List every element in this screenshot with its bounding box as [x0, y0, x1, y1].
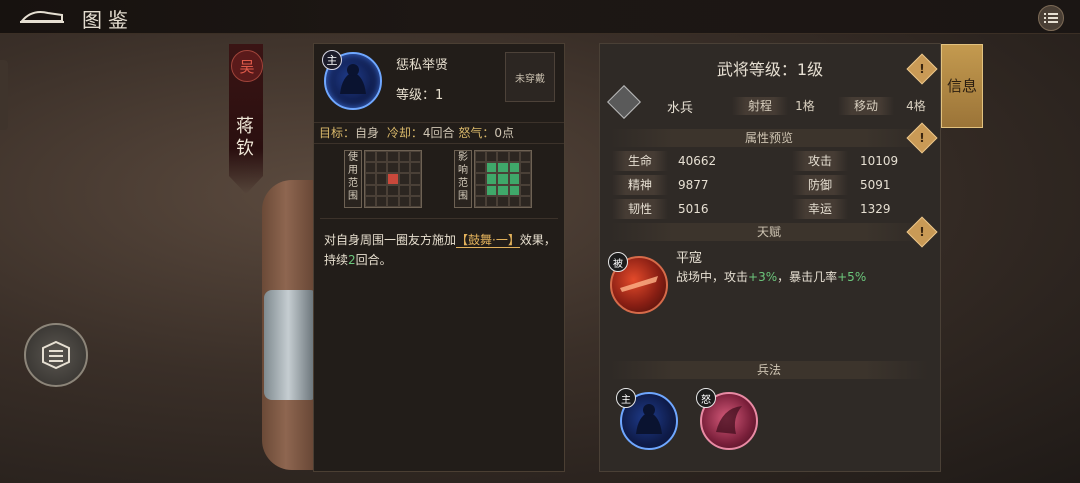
talent-desc-1: 战场中，攻击	[676, 270, 749, 284]
list-icon	[1044, 13, 1058, 23]
talent-crit-bonus: +5%	[837, 270, 867, 284]
faction-badge: 吴	[231, 50, 263, 82]
talent-desc-2: ，暴击几率	[777, 270, 838, 284]
talent-info-icon[interactable]: !	[906, 216, 938, 248]
range-value: 1格	[795, 99, 815, 113]
talent-section-title: 天赋	[610, 223, 928, 241]
back-button[interactable]	[18, 7, 66, 27]
stat-value: 5016	[678, 202, 709, 216]
stat-label: 攻击	[792, 151, 848, 171]
stat-label: 防御	[792, 175, 848, 195]
general-info-panel: 武将等级：1级 ! 水兵 射程 1格 移动 4格 属性预览 ! 生命 40662…	[599, 43, 941, 472]
skill-meta-row: 目标：自身 冷却：4回合 怒气：0点	[314, 122, 564, 144]
stat-row: 韧性 5016 幸运 1329	[610, 199, 928, 219]
effect-range-box: 影响范围	[454, 150, 532, 208]
effect-range-label: 影响范围	[454, 150, 472, 208]
desc-turns: 2	[348, 253, 356, 267]
page-title: 图鉴	[82, 8, 134, 32]
stat-row: 生命 40662 攻击 10109	[610, 151, 928, 171]
skill-header: 主 惩私举贤 等级：1 未穿戴	[314, 44, 564, 114]
move-label: 移动	[838, 97, 894, 115]
desc-text-1: 对自身周围一圈友方施加	[324, 233, 457, 247]
hero-name: 蒋钦	[236, 116, 254, 159]
codex-icon	[42, 340, 70, 370]
active-skill-tag: 主	[322, 50, 342, 70]
hero-armguard	[264, 290, 318, 400]
skill-level-label: 等级：	[396, 88, 436, 103]
skill-level: 等级：1	[396, 84, 443, 103]
use-range-grid	[364, 150, 422, 208]
passive-tag: 被	[608, 252, 628, 272]
attr-info-icon[interactable]: !	[906, 122, 938, 154]
stat-value: 10109	[860, 154, 899, 168]
stat-label: 韧性	[612, 199, 668, 219]
stat-value: 1329	[860, 202, 891, 216]
side-drawer-handle[interactable]	[0, 60, 8, 130]
active-tactic-tag: 主	[616, 388, 636, 408]
target-label: 目标：	[319, 126, 356, 140]
use-range-box: 使用范围	[344, 150, 422, 208]
tactics-section-title: 兵法	[610, 361, 928, 379]
stat-value: 40662	[678, 154, 717, 168]
use-range-label: 使用范围	[344, 150, 362, 208]
buff-link[interactable]: 【鼓舞·一】	[456, 233, 520, 248]
top-bar: 图鉴	[0, 0, 1080, 34]
navy-unit-icon	[607, 85, 641, 119]
codex-button[interactable]	[24, 323, 88, 387]
skill-detail-panel: 主 惩私举贤 等级：1 未穿戴 目标：自身 冷却：4回合 怒气：0点 使用范围 …	[313, 43, 565, 472]
cooldown-value: 4回合	[422, 126, 455, 140]
rage-value: 0点	[494, 126, 514, 140]
rage-tactic-tag: 怒	[696, 388, 716, 408]
stat-value: 9877	[678, 178, 709, 192]
attr-section-title: 属性预览	[610, 129, 928, 147]
divider	[320, 218, 558, 219]
stat-row: 精神 9877 防御 5091	[610, 175, 928, 195]
stat-label: 幸运	[792, 199, 848, 219]
unit-type: 水兵	[667, 101, 694, 116]
stat-label: 生命	[612, 151, 668, 171]
cooldown-label: 冷却：	[386, 126, 423, 140]
move-value: 4格	[906, 99, 926, 113]
stat-value: 5091	[860, 178, 891, 192]
skill-description: 对自身周围一圈友方施加【鼓舞·一】效果，持续2回合。	[324, 230, 556, 270]
equip-status[interactable]: 未穿戴	[505, 52, 555, 102]
skill-level-value: 1	[435, 88, 444, 103]
desc-text-3: 回合。	[355, 253, 392, 267]
talent-description: 战场中，攻击+3%，暴击几率+5%	[676, 268, 866, 285]
skill-name: 惩私举贤	[396, 58, 449, 73]
tab-info[interactable]: 信息	[941, 44, 983, 128]
general-level: 武将等级：1级	[716, 60, 824, 79]
stat-label: 精神	[612, 175, 668, 195]
back-arrow-icon	[19, 11, 64, 23]
talent-atk-bonus: +3%	[748, 270, 778, 284]
target-value: 自身	[355, 126, 380, 140]
range-label: 射程	[732, 97, 788, 115]
talent-name: 平寇	[676, 251, 703, 266]
menu-button[interactable]	[1038, 5, 1064, 31]
rage-label: 怒气：	[458, 126, 495, 140]
effect-range-grid	[474, 150, 532, 208]
